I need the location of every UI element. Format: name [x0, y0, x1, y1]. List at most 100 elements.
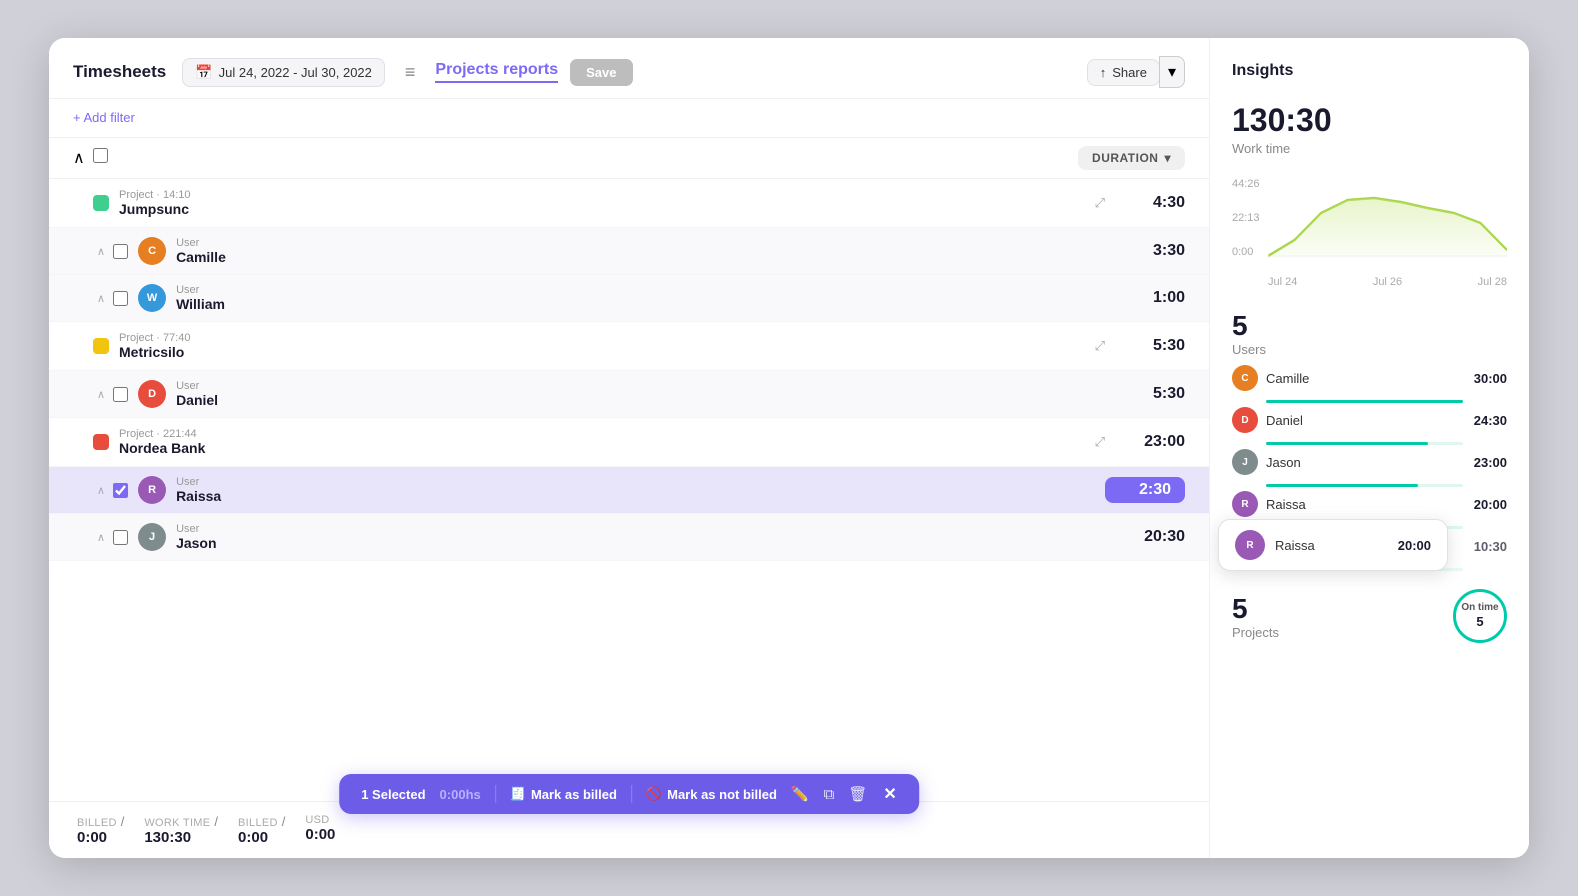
expand-all-toggle[interactable]: ∧: [73, 148, 93, 168]
user-stat-item-raissa: R Raissa 20:00 R Raissa 20:00: [1232, 491, 1507, 525]
users-label: Users: [1232, 342, 1507, 357]
selected-time: 0:00hs: [440, 787, 481, 802]
user-duration-highlighted: 2:30: [1105, 477, 1185, 503]
project-duration: 23:00: [1105, 433, 1185, 451]
user-stat-name: Jason: [1266, 455, 1455, 470]
user-row: ∧ D User Daniel 5:30: [49, 371, 1209, 418]
project-external-link[interactable]: ⤢: [1095, 195, 1105, 211]
add-filter-button[interactable]: + Add filter: [73, 110, 135, 125]
date-range: Jul 24, 2022 - Jul 30, 2022: [219, 65, 372, 80]
user-stat-avatar: R: [1232, 491, 1258, 517]
user-stat-name: Camille: [1266, 371, 1455, 386]
user-row: ∧ W User William 1:00: [49, 275, 1209, 322]
edit-icon[interactable]: ✏️: [791, 785, 810, 803]
user-checkbox[interactable]: [113, 291, 128, 306]
avatar: R: [138, 476, 166, 504]
footer-bar: 1 Selected 0:00hs 🧾 Mark as billed 🚫 Mar…: [49, 801, 1209, 858]
user-stat-item: C Camille 30:00: [1232, 365, 1507, 399]
user-stat-time: 30:00: [1463, 371, 1507, 386]
sub-header: + Add filter: [49, 99, 1209, 138]
user-duration: 20:30: [1105, 528, 1185, 546]
y-label-mid: 22:13: [1232, 212, 1260, 224]
selected-count: 1 Selected: [361, 787, 425, 802]
share-dropdown-button[interactable]: ▾: [1159, 56, 1185, 88]
app-container: Timesheets 📅 Jul 24, 2022 - Jul 30, 2022…: [49, 38, 1529, 858]
no-bill-icon: 🚫: [646, 786, 662, 802]
on-time-count: 5: [1476, 614, 1483, 630]
user-stat-avatar: C: [1232, 365, 1258, 391]
projects-label: Projects: [1232, 625, 1279, 640]
project-color-dot: [93, 434, 109, 450]
save-button[interactable]: Save: [570, 59, 632, 86]
row-collapse-toggle[interactable]: ∧: [97, 484, 105, 497]
app-title: Timesheets: [73, 62, 166, 82]
project-duration: 4:30: [1105, 194, 1185, 212]
duration-sort-button[interactable]: DURATION ▾: [1078, 146, 1185, 170]
user-row: ∧ J User Jason 20:30: [49, 514, 1209, 561]
users-count: 5: [1232, 310, 1507, 342]
report-title[interactable]: Projects reports: [435, 61, 558, 83]
row-collapse-toggle[interactable]: ∧: [97, 245, 105, 258]
user-stat-name: Daniel: [1266, 413, 1455, 428]
user-stat-item: D Daniel 24:30: [1232, 407, 1507, 441]
row-collapse-toggle[interactable]: ∧: [97, 531, 105, 544]
share-button[interactable]: ↑ Share: [1087, 59, 1160, 86]
user-stat-item: J Jason 23:00: [1232, 449, 1507, 483]
share-group: ↑ Share ▾: [1087, 56, 1185, 88]
tooltip-time: 20:00: [1398, 538, 1431, 553]
check-all[interactable]: [93, 148, 125, 168]
date-picker[interactable]: 📅 Jul 24, 2022 - Jul 30, 2022: [182, 58, 385, 87]
mark-not-billed-button[interactable]: 🚫 Mark as not billed: [646, 786, 777, 802]
user-checkbox[interactable]: [113, 387, 128, 402]
row-collapse-toggle[interactable]: ∧: [97, 388, 105, 401]
chart-svg: [1268, 178, 1507, 258]
user-checkbox[interactable]: [113, 483, 128, 498]
mark-billed-button[interactable]: 🧾 Mark as billed: [510, 786, 617, 802]
project-name: Metricsilo: [119, 344, 1087, 360]
project-color-dot: [93, 338, 109, 354]
y-label-bot: 0:00: [1232, 246, 1260, 258]
work-time-total: 130:30: [1232, 102, 1507, 139]
avatar: W: [138, 284, 166, 312]
billed2-label: BILLED: [238, 817, 278, 829]
x-label-3: Jul 28: [1478, 276, 1507, 288]
user-stat-avatar: D: [1232, 407, 1258, 433]
billed-value: 0:00: [77, 829, 107, 846]
user-stat-bar: [1266, 442, 1428, 445]
work-time-label: Work time: [1232, 141, 1507, 156]
work-time-label: WORK TIME: [144, 817, 210, 829]
table-header: ∧ DURATION ▾: [49, 138, 1209, 179]
on-time-badge: On time 5: [1453, 589, 1507, 643]
project-row: Project · 221:44 Nordea Bank ⤢ 23:00: [49, 418, 1209, 467]
project-color-dot: [93, 195, 109, 211]
user-duration: 5:30: [1105, 385, 1185, 403]
calendar-icon: 📅: [195, 64, 212, 81]
avatar: D: [138, 380, 166, 408]
delete-icon[interactable]: 🗑: [848, 785, 867, 803]
work-time-value: 130:30: [144, 829, 191, 846]
user-stat-time: 20:00: [1463, 497, 1507, 512]
user-checkbox[interactable]: [113, 530, 128, 545]
project-label: Project · 77:40: [119, 332, 1087, 344]
row-collapse-toggle[interactable]: ∧: [97, 292, 105, 305]
work-time-metric: 130:30 Work time: [1232, 102, 1507, 156]
user-stat-time: 23:00: [1463, 455, 1507, 470]
bill-icon: 🧾: [510, 786, 526, 802]
user-stat-name: Raissa: [1266, 497, 1455, 512]
user-row-selected: ∧ R User Raissa 2:30: [49, 467, 1209, 514]
user-checkbox[interactable]: [113, 244, 128, 259]
filter-button[interactable]: ≡: [397, 57, 424, 88]
user-row: ∧ C User Camille 3:30: [49, 228, 1209, 275]
user-tooltip: R Raissa 20:00: [1218, 519, 1448, 571]
copy-icon[interactable]: ⧉: [824, 786, 835, 803]
totals-row: BILLED 0:00 / WORK TIME 130:30 / BILLED: [73, 814, 1185, 846]
close-selection-button[interactable]: ✕: [883, 784, 896, 804]
project-external-link[interactable]: ⤢: [1095, 338, 1105, 354]
y-label-top: 44:26: [1232, 178, 1260, 190]
project-name: Nordea Bank: [119, 440, 1087, 456]
header: Timesheets 📅 Jul 24, 2022 - Jul 30, 2022…: [49, 38, 1209, 99]
project-row: Project · 77:40 Metricsilo ⤢ 5:30: [49, 322, 1209, 371]
project-external-link[interactable]: ⤢: [1095, 434, 1105, 450]
project-row: Project · 14:10 Jumpsunc ⤢ 4:30: [49, 179, 1209, 228]
x-label-2: Jul 26: [1373, 276, 1402, 288]
